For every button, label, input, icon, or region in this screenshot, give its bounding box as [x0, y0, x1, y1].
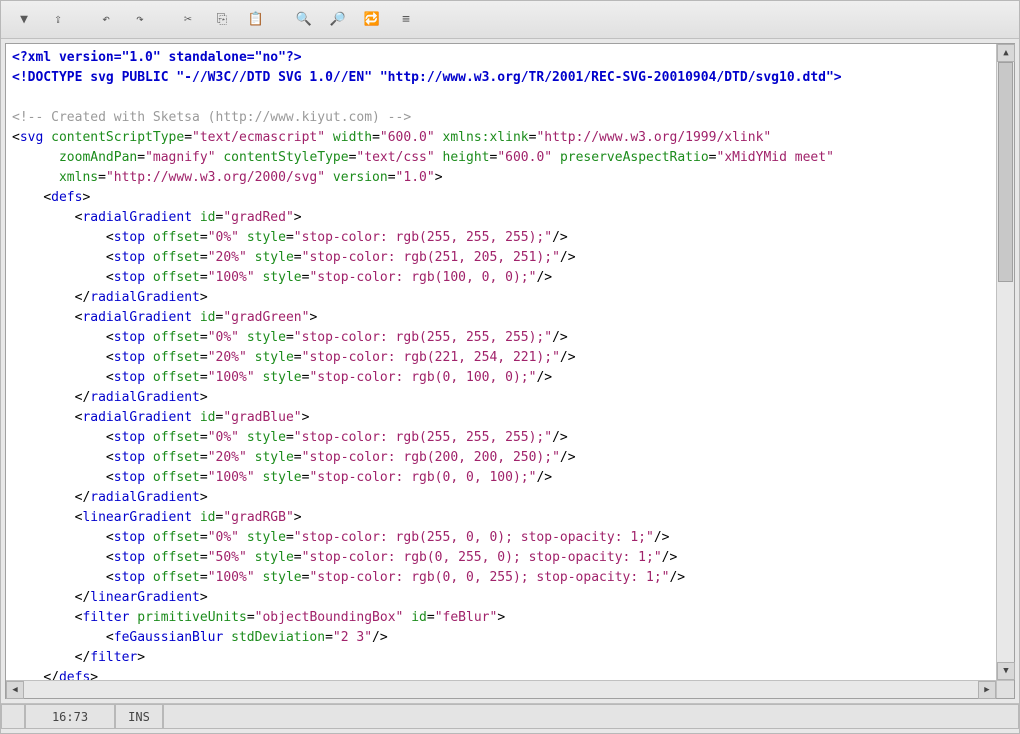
status-bar: 16:73 INS: [1, 703, 1019, 729]
status-filler: [163, 704, 1019, 729]
find-replace-icon[interactable]: 🔁: [357, 5, 387, 35]
toolbar: ▼⇪ ↶↷ ✂⎘📋 🔍🔎🔁≡: [1, 1, 1019, 39]
find-next-icon[interactable]: 🔎: [323, 5, 353, 35]
cursor-position: 16:73: [25, 704, 115, 729]
scroll-corner: [996, 680, 1014, 698]
scroll-left-icon[interactable]: ◀: [6, 681, 24, 699]
scroll-down-icon[interactable]: ▼: [997, 662, 1015, 680]
indent-icon[interactable]: ≡: [391, 5, 421, 35]
find-icon[interactable]: 🔍: [289, 5, 319, 35]
export-icon[interactable]: ⇪: [43, 5, 73, 35]
scrollbar-thumb[interactable]: [998, 62, 1013, 282]
editor-container: <?xml version="1.0" standalone="no"?> <!…: [5, 43, 1015, 699]
paste-icon[interactable]: 📋: [241, 5, 271, 35]
scroll-right-icon[interactable]: ▶: [978, 681, 996, 699]
undo-icon[interactable]: ↶: [91, 5, 121, 35]
copy-icon[interactable]: ⎘: [207, 5, 237, 35]
scrollbar-track[interactable]: [997, 62, 1014, 662]
dropdown-icon[interactable]: ▼: [9, 5, 39, 35]
scroll-up-icon[interactable]: ▲: [997, 44, 1015, 62]
status-gutter: [1, 704, 25, 729]
cut-icon[interactable]: ✂: [173, 5, 203, 35]
vertical-scrollbar[interactable]: ▲ ▼: [996, 44, 1014, 680]
insert-mode: INS: [115, 704, 163, 729]
horizontal-scrollbar[interactable]: ◀ ▶: [6, 680, 996, 698]
code-editor[interactable]: <?xml version="1.0" standalone="no"?> <!…: [6, 44, 996, 680]
redo-icon[interactable]: ↷: [125, 5, 155, 35]
